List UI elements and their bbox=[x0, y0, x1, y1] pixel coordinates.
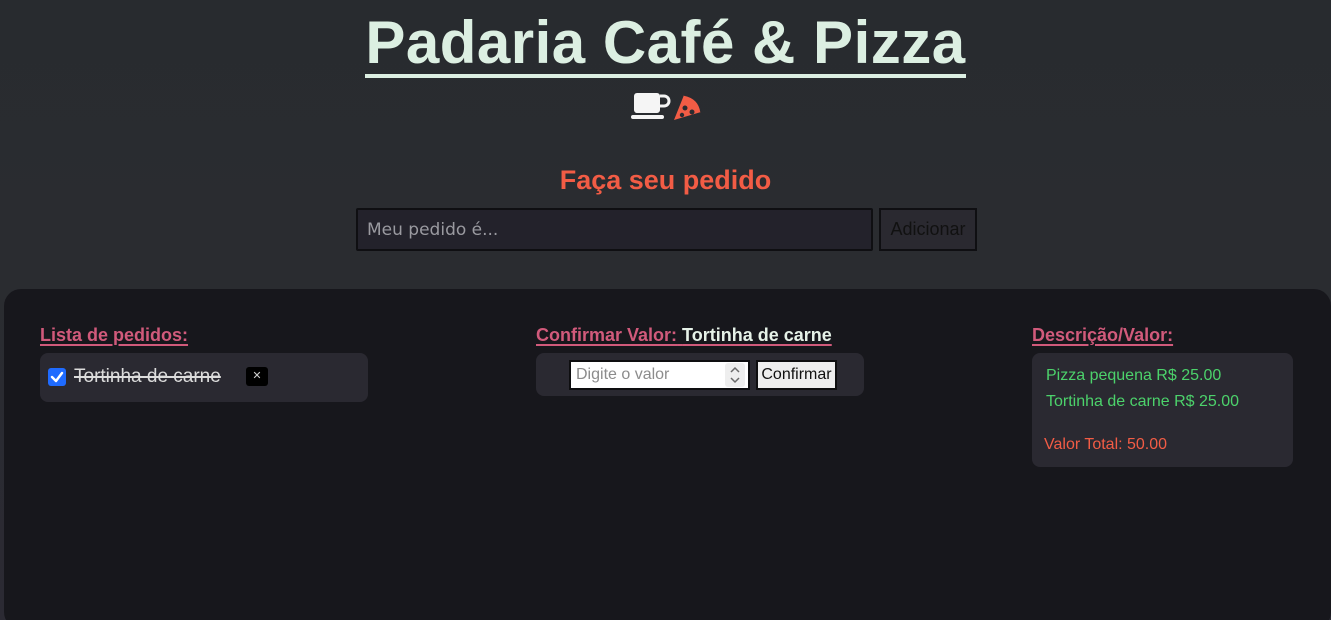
total-value: Valor Total: 50.00 bbox=[1044, 436, 1168, 453]
confirm-value-label: Confirmar Valor: bbox=[536, 325, 678, 345]
description-heading: Descrição/Valor: bbox=[1032, 325, 1174, 345]
value-spinner[interactable] bbox=[725, 363, 745, 387]
orders-list-heading: Lista de pedidos: bbox=[40, 325, 189, 345]
delete-item-button[interactable]: ✕ bbox=[246, 367, 268, 386]
description-card: Pizza pequena R$ 25.00 Tortinha de carne… bbox=[1032, 353, 1293, 467]
logo-icons bbox=[630, 90, 710, 124]
order-item-checkbox[interactable] bbox=[48, 368, 66, 386]
confirm-value-heading: Confirmar Valor: Tortinha de carne bbox=[536, 325, 832, 346]
description-line: Tortinha de carne R$ 25.00 bbox=[1046, 393, 1240, 410]
orders-list-card: Tortinha de carne ✕ bbox=[40, 353, 368, 402]
pizza-slice-icon bbox=[674, 94, 702, 120]
description-line: Pizza pequena R$ 25.00 bbox=[1046, 367, 1222, 384]
coffee-cup-icon bbox=[631, 93, 671, 119]
order-input[interactable] bbox=[356, 208, 873, 251]
close-icon: ✕ bbox=[252, 370, 262, 382]
order-item-label: Tortinha de carne bbox=[74, 366, 221, 387]
order-section-title: Faça seu pedido bbox=[559, 165, 772, 195]
confirm-value-card: Confirmar bbox=[536, 353, 864, 396]
confirm-button[interactable]: Confirmar bbox=[756, 360, 837, 390]
order-form: Adicionar bbox=[356, 208, 978, 251]
main-panel: Lista de pedidos: Tortinha de carne ✕ Co… bbox=[4, 289, 1331, 620]
header: Padaria Café & Pizza bbox=[0, 0, 1331, 78]
confirm-value-item: Tortinha de carne bbox=[682, 325, 832, 345]
site-title: Padaria Café & Pizza bbox=[365, 9, 966, 78]
value-input[interactable] bbox=[569, 360, 750, 390]
add-button[interactable]: Adicionar bbox=[879, 208, 977, 251]
